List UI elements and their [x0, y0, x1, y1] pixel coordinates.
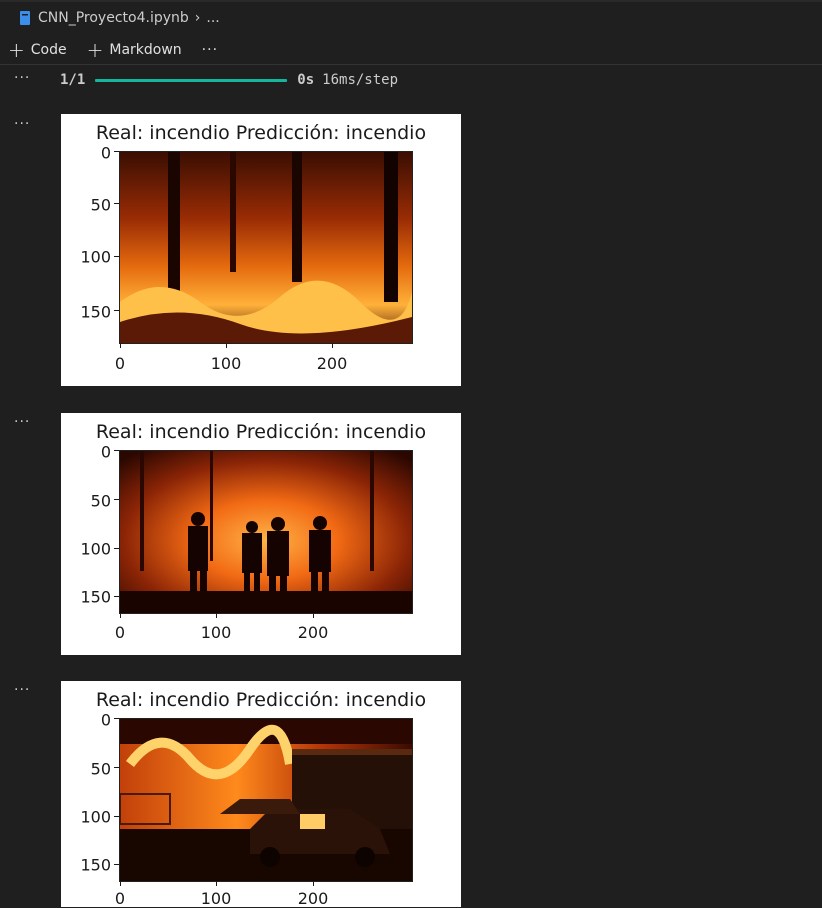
- y-tick-label: 50: [90, 491, 111, 511]
- output-menu-icon[interactable]: ···: [14, 682, 30, 698]
- output-menu-icon[interactable]: ···: [14, 70, 30, 86]
- y-tick-mark: [114, 151, 119, 152]
- y-tick-mark: [114, 450, 119, 451]
- y-tick-label: 100: [80, 247, 111, 267]
- breadcrumb-file-name[interactable]: CNN_Proyecto4.ipynb: [38, 10, 189, 26]
- forest-fire-image: [119, 151, 413, 344]
- chevron-right-icon: ›: [194, 10, 201, 26]
- y-tick-label: 150: [80, 302, 111, 322]
- x-tick-label: 200: [297, 889, 329, 908]
- burning-house-image: [119, 718, 413, 882]
- y-tick-label: 50: [90, 195, 111, 215]
- plot-title: Real: incendio Predicción: incendio: [95, 421, 427, 443]
- y-tick-mark: [114, 203, 119, 204]
- notebook-toolbar: + Code + Markdown ···: [0, 36, 822, 65]
- progress-rate: 16ms/step: [322, 72, 399, 88]
- y-tick-label: 100: [80, 807, 111, 827]
- x-tick-mark: [226, 343, 227, 348]
- x-tick-label: 100: [200, 623, 232, 642]
- y-tick-mark: [114, 310, 119, 311]
- x-tick-mark: [332, 343, 333, 348]
- x-tick-mark: [216, 613, 217, 618]
- progress-step: 1/1: [60, 72, 86, 88]
- plus-icon: +: [86, 38, 104, 62]
- prediction-plot: Real: incendio Predicción: incendio 0 50…: [61, 413, 461, 655]
- breadcrumb-trail[interactable]: ...: [206, 10, 219, 26]
- add-markdown-label: Markdown: [109, 42, 182, 58]
- x-tick-mark: [120, 881, 121, 886]
- plot-title: Real: incendio Predicción: incendio: [95, 122, 427, 144]
- firefighters-image: [119, 450, 413, 614]
- y-tick-label: 150: [80, 855, 111, 875]
- x-tick-mark: [216, 881, 217, 886]
- x-tick-label: 100: [210, 354, 242, 373]
- y-tick-label: 150: [80, 587, 111, 607]
- y-tick-mark: [114, 499, 119, 500]
- add-code-label: Code: [30, 42, 67, 58]
- x-tick-mark: [120, 343, 121, 348]
- progress-output: 1/1 0s 16ms/step: [60, 70, 398, 90]
- y-tick-label: 0: [100, 143, 111, 163]
- output-menu-icon[interactable]: ···: [14, 414, 30, 430]
- prediction-plot: Real: incendio Predicción: incendio 0 50…: [61, 681, 461, 908]
- plus-icon: +: [8, 38, 25, 62]
- add-markdown-cell-button[interactable]: + Markdown: [87, 40, 182, 60]
- progress-bar: [95, 78, 288, 82]
- notebook-file-icon: [20, 11, 30, 25]
- plot-title: Real: incendio Predicción: incendio: [95, 689, 427, 711]
- more-actions-icon[interactable]: ···: [202, 42, 218, 58]
- x-tick-label: 0: [114, 623, 126, 642]
- x-tick-label: 200: [316, 354, 348, 373]
- x-tick-mark: [313, 613, 314, 618]
- x-tick-label: 0: [114, 889, 126, 908]
- y-tick-mark: [114, 816, 119, 817]
- y-tick-label: 100: [80, 539, 111, 559]
- y-tick-mark: [114, 718, 119, 719]
- progress-time: 0s: [297, 72, 315, 88]
- breadcrumb: CNN_Proyecto4.ipynb › ...: [0, 0, 822, 36]
- y-tick-mark: [114, 596, 119, 597]
- y-tick-mark: [114, 256, 119, 257]
- x-tick-label: 200: [297, 623, 329, 642]
- prediction-plot: Real: incendio Predicción: incendio 0 50…: [61, 114, 461, 386]
- y-tick-label: 50: [90, 759, 111, 779]
- x-tick-label: 100: [200, 889, 232, 908]
- y-tick-label: 0: [100, 710, 111, 730]
- output-menu-icon[interactable]: ···: [14, 116, 30, 132]
- y-tick-mark: [114, 864, 119, 865]
- x-tick-mark: [313, 881, 314, 886]
- x-tick-mark: [120, 613, 121, 618]
- y-tick-mark: [114, 767, 119, 768]
- y-tick-label: 0: [100, 442, 111, 462]
- add-code-cell-button[interactable]: + Code: [8, 40, 67, 60]
- x-tick-label: 0: [114, 354, 126, 373]
- y-tick-mark: [114, 548, 119, 549]
